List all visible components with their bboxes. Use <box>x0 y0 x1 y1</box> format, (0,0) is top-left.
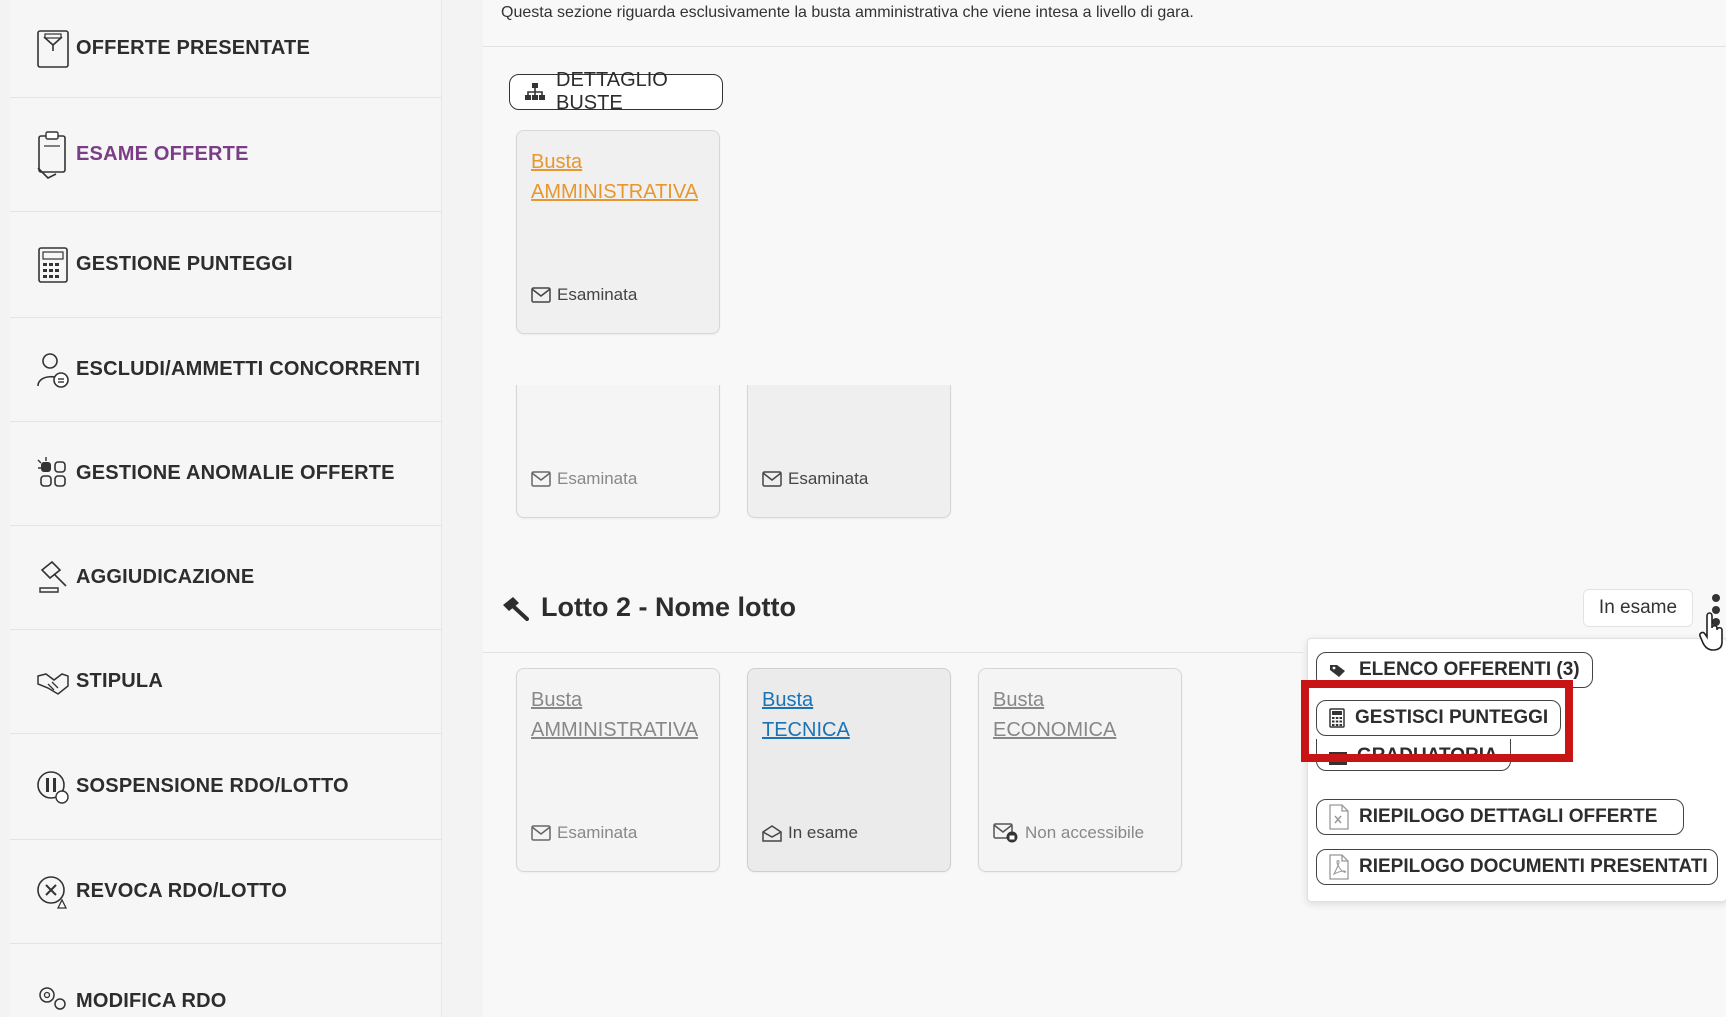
graduatoria-button[interactable]: GRADUATORIA <box>1316 739 1511 771</box>
pause-icon <box>36 767 70 807</box>
lotto-title: Lotto 2 - Nome lotto <box>501 592 796 623</box>
busta-title[interactable]: Busta TECNICA <box>762 685 850 745</box>
gavel-icon <box>501 595 529 621</box>
busta-status: Esaminata <box>531 285 637 305</box>
revoke-icon <box>36 872 70 912</box>
sidebar-item-label: MODIFICA RDO <box>76 990 227 1012</box>
busta-title[interactable]: Busta AMMINISTRATIVA <box>531 685 698 745</box>
more-options-button[interactable] <box>1707 592 1726 632</box>
sidebar-item-modifica-rdo[interactable]: MODIFICA RDO <box>10 944 442 1017</box>
sidebar-item-label: GESTIONE PUNTEGGI <box>76 253 293 275</box>
dettaglio-buste-button[interactable]: DETTAGLIO BUSTE <box>509 69 723 114</box>
envelope-icon <box>762 471 782 487</box>
sidebar-item-label: GESTIONE ANOMALIE OFFERTE <box>76 462 395 484</box>
envelope-open-icon <box>762 824 782 842</box>
busta-status: Esaminata <box>762 469 868 489</box>
busta-status: Esaminata <box>531 823 637 843</box>
excel-file-icon <box>1329 804 1349 830</box>
elenco-offerenti-button[interactable]: ELENCO OFFERENTI (3) <box>1316 652 1593 688</box>
settings-icon <box>36 985 70 1013</box>
divider <box>483 652 1303 653</box>
sidebar-item-aggiudicazione[interactable]: AGGIUDICAZIONE <box>10 526 442 630</box>
dettaglio-buste-label: DETTAGLIO BUSTE <box>556 69 668 114</box>
offers-icon <box>36 29 70 69</box>
riepilogo-documenti-presentati-button[interactable]: RIEPILOGO DOCUMENTI PRESENTATI <box>1316 849 1718 885</box>
busta-amministrativa-card[interactable]: Busta AMMINISTRATIVA Esaminata <box>516 130 720 334</box>
clipboard-icon <box>36 130 70 179</box>
anomaly-icon <box>36 454 70 494</box>
gestisci-punteggi-button[interactable]: GESTISCI PUNTEGGI <box>1316 700 1562 736</box>
calculator-icon <box>1329 708 1345 728</box>
calculator-icon <box>36 245 70 285</box>
envelope-icon <box>531 471 551 487</box>
busta-economica-card[interactable]: Busta ECONOMICA Non accessibile <box>978 668 1182 872</box>
divider <box>483 46 1726 47</box>
sidebar-item-escludi-ammetti[interactable]: ESCLUDI/AMMETTI CONCORRENTI <box>10 318 442 422</box>
busta-tecnica-card[interactable]: Busta TECNICA In esame <box>747 668 951 872</box>
busta-card[interactable]: Esaminata <box>516 385 720 518</box>
sidebar-item-stipula[interactable]: STIPULA <box>10 630 442 734</box>
sidebar-item-revoca[interactable]: REVOCA RDO/LOTTO <box>10 840 442 944</box>
sidebar-item-label: OFFERTE PRESENTATE <box>76 37 310 59</box>
sidebar-item-label: STIPULA <box>76 670 163 692</box>
sidebar-item-offerte-presentate[interactable]: OFFERTE PRESENTATE <box>10 0 442 98</box>
envelope-locked-icon <box>993 823 1019 843</box>
sidebar-item-esame-offerte[interactable]: ESAME OFFERTE <box>10 98 442 212</box>
tags-icon <box>1329 662 1349 678</box>
busta-status: Esaminata <box>531 469 637 489</box>
sitemap-icon <box>524 82 546 102</box>
pdf-file-icon <box>1329 854 1349 880</box>
list-icon <box>1329 751 1347 767</box>
sidebar-item-label: SOSPENSIONE RDO/LOTTO <box>76 775 349 797</box>
sidebar-item-sospensione[interactable]: SOSPENSIONE RDO/LOTTO <box>10 734 442 840</box>
busta-status: Non accessibile <box>993 823 1144 843</box>
busta-card[interactable]: Esaminata <box>747 385 951 518</box>
busta-title[interactable]: Busta ECONOMICA <box>993 685 1116 745</box>
users-icon <box>36 350 70 390</box>
sidebar-item-gestione-anomalie[interactable]: GESTIONE ANOMALIE OFFERTE <box>10 422 442 526</box>
section-description: Questa sezione riguarda esclusivamente l… <box>501 4 1194 21</box>
busta-title[interactable]: Busta AMMINISTRATIVA <box>531 147 698 207</box>
sidebar-item-label: AGGIUDICAZIONE <box>76 566 255 588</box>
busta-amministrativa-card[interactable]: Busta AMMINISTRATIVA Esaminata <box>516 668 720 872</box>
status-badge: In esame <box>1583 589 1693 627</box>
envelope-icon <box>531 825 551 841</box>
sidebar-item-label: REVOCA RDO/LOTTO <box>76 880 287 902</box>
handshake-icon <box>36 662 70 702</box>
main-content: Questa sezione riguarda esclusivamente l… <box>443 0 1726 1017</box>
envelope-icon <box>531 287 551 303</box>
sidebar-item-gestione-punteggi[interactable]: GESTIONE PUNTEGGI <box>10 212 442 318</box>
actions-dropdown: ELENCO OFFERENTI (3) GESTISCI PUNTEGGI G… <box>1307 638 1726 902</box>
riepilogo-dettagli-offerte-button[interactable]: RIEPILOGO DETTAGLI OFFERTE <box>1316 799 1684 835</box>
gavel-icon <box>36 558 70 598</box>
busta-status: In esame <box>762 823 858 843</box>
sidebar: OFFERTE PRESENTATE ESAME OFFERTE GESTION… <box>10 0 442 1017</box>
sidebar-item-label: ESCLUDI/AMMETTI CONCORRENTI <box>76 358 421 380</box>
sidebar-item-label: ESAME OFFERTE <box>76 143 249 165</box>
